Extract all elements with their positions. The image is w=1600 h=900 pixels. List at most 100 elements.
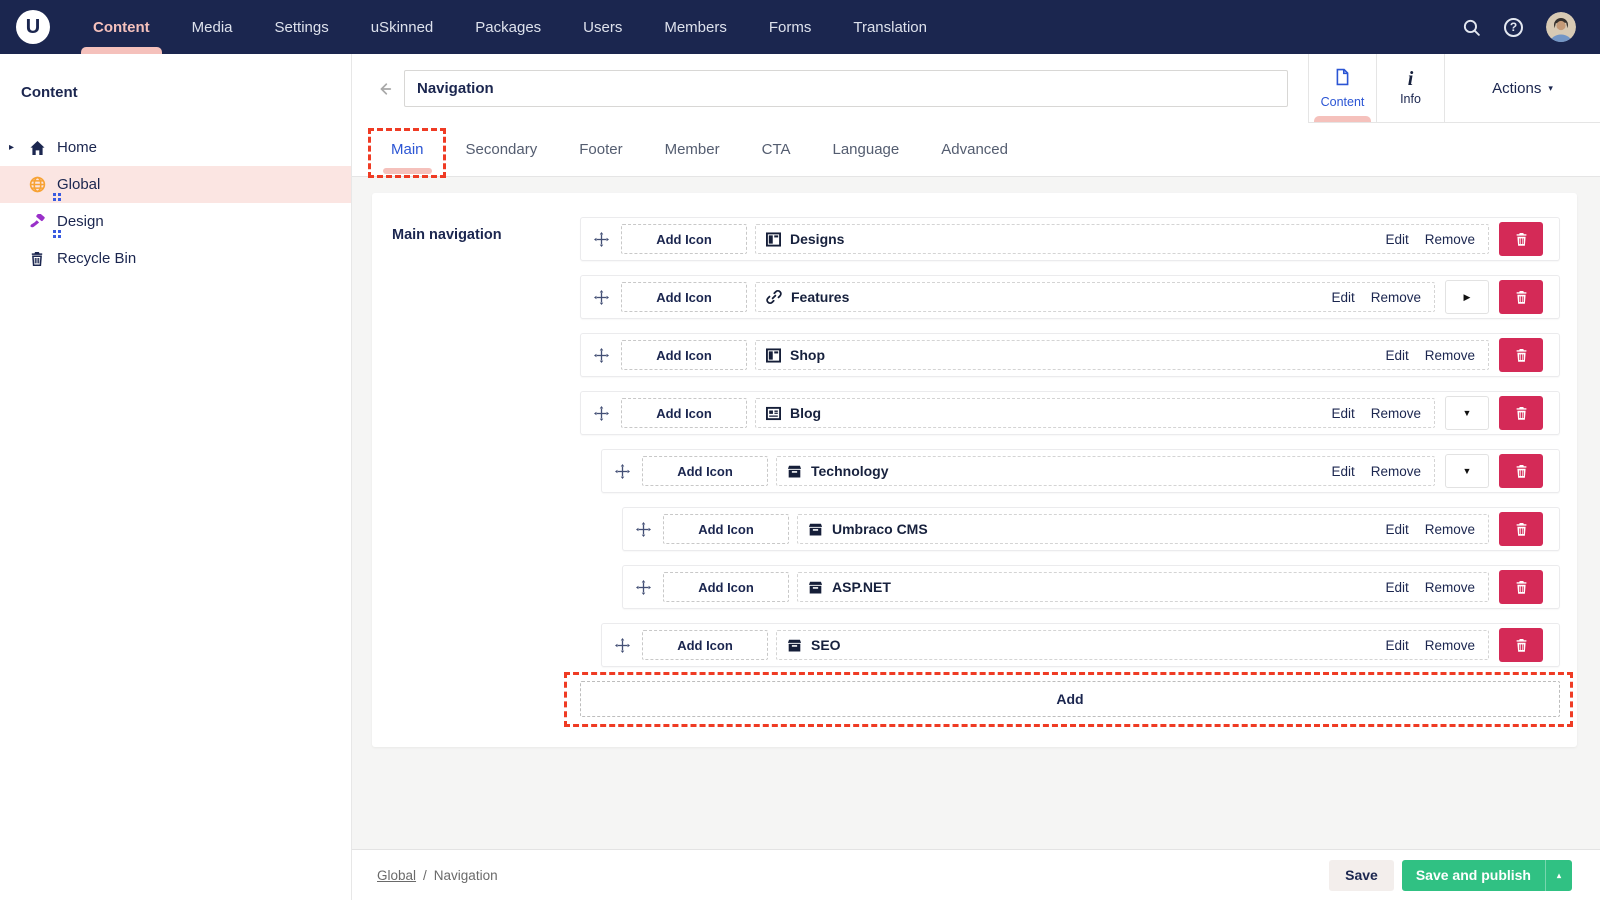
delete-button[interactable] [1499, 222, 1543, 256]
add-icon-button[interactable]: Add Icon [621, 224, 747, 254]
row-links: Edit Remove [1385, 348, 1475, 363]
tab-advanced[interactable]: Advanced [920, 123, 1029, 176]
sidebar-item-design[interactable]: Design [0, 203, 351, 240]
search-icon[interactable] [1462, 18, 1481, 37]
nav-item-content: SEOEditRemove [776, 630, 1489, 660]
drag-handle-icon[interactable] [594, 290, 609, 305]
nav-section-label: Forms [769, 19, 812, 36]
nav-item-content: ShopEditRemove [755, 340, 1489, 370]
nav-section-content[interactable]: Content [72, 0, 171, 54]
property-label: Main navigation [392, 217, 580, 717]
drag-handle-icon[interactable] [594, 406, 609, 421]
footer-actions: Save Save and publish ▴ [1329, 860, 1572, 891]
topbar-sections: Content Media SettingsuSkinnedPackagesUser… [72, 0, 948, 54]
tab-member[interactable]: Member [644, 123, 741, 176]
actions-button[interactable]: Actions ▾ [1444, 54, 1600, 122]
delete-button[interactable] [1499, 280, 1543, 314]
info-app-button[interactable]: i Info [1376, 54, 1444, 122]
drag-handle-icon[interactable] [594, 232, 609, 247]
nav-item-content: Technology Edit Remove [776, 456, 1435, 486]
row-links: Edit Remove [1331, 464, 1421, 479]
remove-link[interactable]: Remove [1425, 580, 1475, 595]
back-arrow-icon[interactable] [372, 81, 396, 97]
row-links: Edit Remove [1331, 406, 1421, 421]
chevron-up-icon[interactable]: ▴ [1545, 860, 1572, 891]
save-button[interactable]: Save [1329, 860, 1394, 891]
content-apps: Content i Info Actions ▾ [1308, 54, 1600, 123]
breadcrumb-link[interactable]: Global [377, 868, 416, 883]
edit-link[interactable]: Edit [1385, 580, 1408, 595]
layout-icon [766, 232, 781, 247]
nav-item-label: Technology [811, 463, 889, 479]
tab-cta[interactable]: CTA [741, 123, 812, 176]
edit-link[interactable]: Edit [1385, 232, 1408, 247]
add-icon-button[interactable]: Add Icon [663, 514, 789, 544]
remove-link[interactable]: Remove [1371, 406, 1421, 421]
edit-link[interactable]: Edit [1385, 348, 1408, 363]
nav-item-content: ASP.NETEditRemove [797, 572, 1489, 602]
add-icon-button[interactable]: Add Icon [621, 282, 747, 312]
delete-button[interactable] [1499, 570, 1543, 604]
drag-handle-icon[interactable] [636, 522, 651, 537]
tab-label: Language [833, 141, 900, 158]
edit-link[interactable]: Edit [1331, 406, 1354, 421]
remove-link[interactable]: Remove [1371, 290, 1421, 305]
tab-language[interactable]: Language [812, 123, 921, 176]
nav-section-label: Media [192, 19, 233, 36]
edit-link[interactable]: Edit [1385, 522, 1408, 537]
help-icon[interactable] [1504, 18, 1523, 37]
expand-toggle-button[interactable]: ▼ [1445, 396, 1489, 430]
drag-handle-icon[interactable] [615, 638, 630, 653]
drag-handle-icon[interactable] [636, 580, 651, 595]
remove-link[interactable]: Remove [1425, 232, 1475, 247]
expand-toggle-button[interactable]: ▼ [1445, 454, 1489, 488]
tab-label: Member [665, 141, 720, 158]
row-links: Edit Remove [1385, 638, 1475, 653]
edit-link[interactable]: Edit [1331, 464, 1354, 479]
tab-main[interactable]: Main [370, 123, 445, 176]
sidebar-item-global[interactable]: Global [0, 166, 351, 203]
nav-section-users[interactable]: Users [562, 0, 643, 54]
add-icon-button[interactable]: Add Icon [621, 398, 747, 428]
nav-section-forms[interactable]: Forms [748, 0, 833, 54]
nav-section-packages[interactable]: Packages [454, 0, 562, 54]
nav-section-settings[interactable]: Settings [254, 0, 350, 54]
nav-item-content: FeaturesEditRemove [755, 282, 1435, 312]
sidebar-item-recycle-bin[interactable]: Recycle Bin [0, 240, 351, 277]
nav-section-translation[interactable]: Translation [832, 0, 948, 54]
nav-section-uskinned[interactable]: uSkinned [350, 0, 455, 54]
drag-handle-icon[interactable] [615, 464, 630, 479]
edit-link[interactable]: Edit [1385, 638, 1408, 653]
save-and-publish-button[interactable]: Save and publish ▴ [1402, 860, 1572, 891]
edit-link[interactable]: Edit [1331, 290, 1354, 305]
sidebar-item-home[interactable]: ▸Home [0, 129, 351, 166]
tab-secondary[interactable]: Secondary [445, 123, 559, 176]
tab-footer[interactable]: Footer [558, 123, 643, 176]
drag-handle-icon[interactable] [594, 348, 609, 363]
add-icon-button[interactable]: Add Icon [663, 572, 789, 602]
nav-item-content: BlogEditRemove [755, 398, 1435, 428]
add-button[interactable]: Add [580, 681, 1560, 717]
nav-section-media[interactable]: Media [171, 0, 254, 54]
expand-caret-icon[interactable]: ▸ [9, 142, 14, 153]
title-input[interactable] [404, 70, 1288, 107]
delete-button[interactable] [1499, 454, 1543, 488]
remove-link[interactable]: Remove [1425, 348, 1475, 363]
add-icon-button[interactable]: Add Icon [642, 456, 768, 486]
content-app-button[interactable]: Content [1308, 54, 1376, 122]
delete-button[interactable] [1499, 396, 1543, 430]
expand-toggle-button[interactable]: ▶ [1445, 280, 1489, 314]
avatar[interactable] [1546, 12, 1576, 42]
remove-link[interactable]: Remove [1371, 464, 1421, 479]
remove-link[interactable]: Remove [1425, 522, 1475, 537]
nav-section-members[interactable]: Members [643, 0, 748, 54]
property-panel: Main navigation Add IconDesignsEditRemov… [372, 193, 1577, 747]
row-links: Edit Remove [1385, 522, 1475, 537]
tab-label: Main [391, 141, 424, 158]
add-icon-button[interactable]: Add Icon [621, 340, 747, 370]
remove-link[interactable]: Remove [1425, 638, 1475, 653]
add-icon-button[interactable]: Add Icon [642, 630, 768, 660]
delete-button[interactable] [1499, 512, 1543, 546]
delete-button[interactable] [1499, 628, 1543, 662]
delete-button[interactable] [1499, 338, 1543, 372]
